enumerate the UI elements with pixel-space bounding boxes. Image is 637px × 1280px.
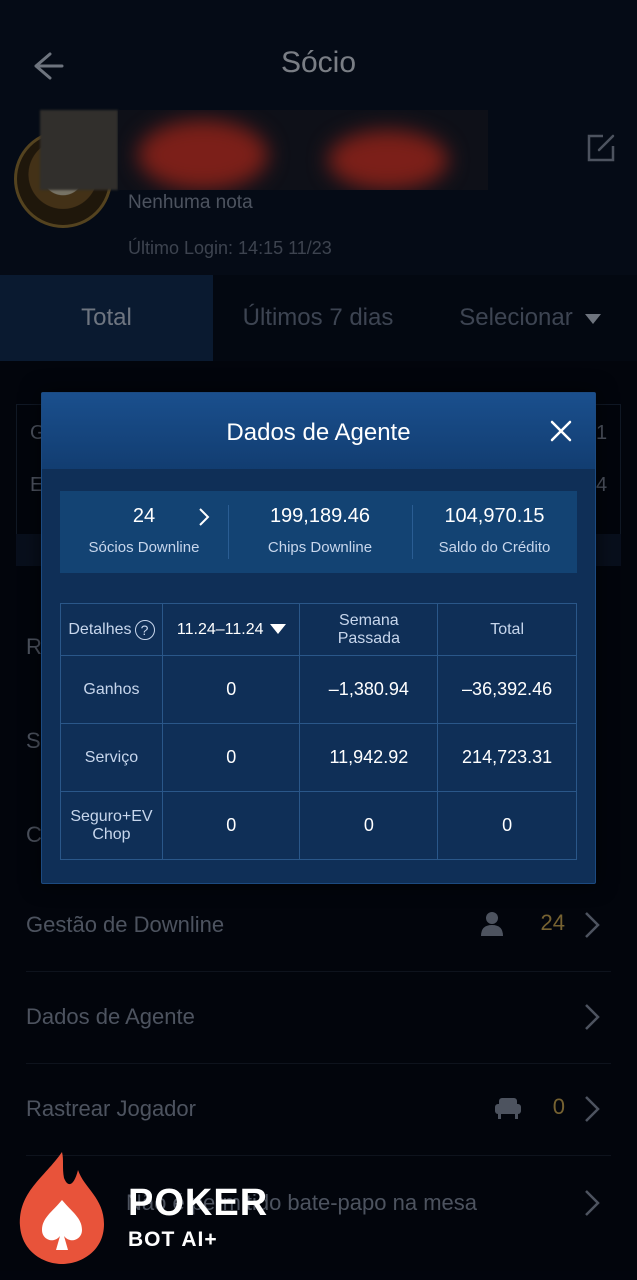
summary-label: Saldo do Crédito	[438, 539, 551, 556]
flame-spade-icon	[19, 1152, 104, 1264]
summary-downline-partners[interactable]: 24 Sócios Downline	[60, 491, 228, 573]
cell-last-week: 11,942.92	[299, 723, 439, 792]
agent-data-modal: Dados de Agente 24 Sócios Downline 199,1…	[41, 392, 596, 884]
tab-select[interactable]: Selecionar	[423, 275, 637, 361]
column-header-last-week: Semana Passada	[299, 603, 439, 656]
watermark-title: POKER	[128, 1182, 269, 1224]
table-row: Ganhos 0 –1,380.94 –36,392.46	[60, 655, 577, 724]
cell-date: 0	[161, 655, 301, 724]
summary-downline-chips: 199,189.46 Chips Downline	[228, 491, 412, 573]
help-icon[interactable]: ?	[134, 619, 155, 640]
bg-edge-text: R	[26, 634, 42, 659]
bg-edge-text: 4	[596, 474, 608, 496]
armchair-icon	[495, 1098, 521, 1119]
column-header-details: Detalhes?	[60, 603, 163, 656]
cell-total: –36,392.46	[437, 655, 577, 724]
list-item-downline-management[interactable]: Gestão de Downline 24	[26, 880, 611, 972]
redacted-name	[118, 110, 488, 190]
chevron-right-icon	[585, 1004, 600, 1030]
chevron-right-icon	[585, 1190, 600, 1216]
list-item-label: Dados de Agente	[26, 1004, 195, 1029]
table-header-row: Detalhes? 11.24–11.24 Semana Passada Tota…	[60, 603, 577, 656]
bg-edge-text: 1	[596, 422, 608, 444]
row-label: Seguro+EV Chop	[60, 791, 163, 860]
chevron-right-icon	[585, 1096, 600, 1122]
cell-last-week: 0	[299, 791, 439, 860]
summary-label: Sócios Downline	[88, 539, 200, 556]
summary-value: 104,970.15	[444, 505, 545, 527]
app-header: Sócio	[0, 0, 637, 120]
row-label: Ganhos	[60, 655, 163, 724]
row-label: Serviço	[60, 723, 163, 792]
bg-edge-text: S	[26, 728, 41, 753]
cell-date: 0	[161, 791, 301, 860]
page-title: Sócio	[280, 46, 357, 79]
tab-total[interactable]: Total	[0, 275, 213, 361]
date-range-selector[interactable]: 11.24–11.24	[161, 603, 301, 656]
column-header-total: Total	[437, 603, 577, 656]
edit-icon[interactable]	[585, 132, 617, 164]
summary-value: 199,189.46	[269, 505, 371, 527]
profile-note: Nenhuma nota	[128, 192, 253, 213]
cell-total: 214,723.31	[437, 723, 577, 792]
profile-card: Nenhuma nota Último Login: 14:15 11/23	[0, 110, 637, 275]
downline-count: 24	[540, 910, 565, 935]
caret-down-icon	[584, 313, 601, 324]
modal-title: Dados de Agente	[226, 419, 411, 446]
watermark-logo: POKER BOT AI+	[14, 1148, 314, 1268]
table-row: Serviço 0 11,942.92 214,723.31	[60, 723, 577, 792]
modal-header: Dados de Agente	[42, 393, 595, 469]
last-login: Último Login: 14:15 11/23	[128, 238, 332, 258]
list-item-track-player[interactable]: Rastrear Jogador 0	[26, 1064, 611, 1156]
cell-date: 0	[161, 723, 301, 792]
summary-credit-balance: 104,970.15 Saldo do Crédito	[412, 491, 577, 573]
table-row: Seguro+EV Chop 0 0 0	[60, 791, 577, 860]
bg-edge-text: C	[26, 822, 42, 847]
agent-data-table: Detalhes? 11.24–11.24 Semana Passada Tota…	[60, 603, 577, 860]
caret-down-icon	[269, 624, 286, 635]
summary-label: Chips Downline	[267, 539, 373, 556]
person-icon	[481, 912, 503, 936]
chevron-right-icon	[585, 912, 600, 938]
tab-last-7-days[interactable]: Últimos 7 dias	[213, 275, 423, 361]
summary-bar: 24 Sócios Downline 199,189.46 Chips Down…	[60, 491, 577, 573]
redacted-avatar-area	[40, 110, 118, 190]
close-icon[interactable]	[549, 419, 573, 443]
tracked-player-count: 0	[552, 1094, 565, 1119]
list-item-label: Gestão de Downline	[26, 912, 225, 937]
cell-total: 0	[437, 791, 577, 860]
cell-last-week: –1,380.94	[299, 655, 439, 724]
list-item-agent-data[interactable]: Dados de Agente	[26, 972, 611, 1064]
list-item-label: Rastrear Jogador	[26, 1096, 196, 1121]
watermark-subtitle: BOT AI+	[128, 1228, 218, 1251]
chevron-right-icon	[199, 508, 210, 526]
period-tabs: Total Últimos 7 dias Selecionar	[0, 275, 637, 361]
